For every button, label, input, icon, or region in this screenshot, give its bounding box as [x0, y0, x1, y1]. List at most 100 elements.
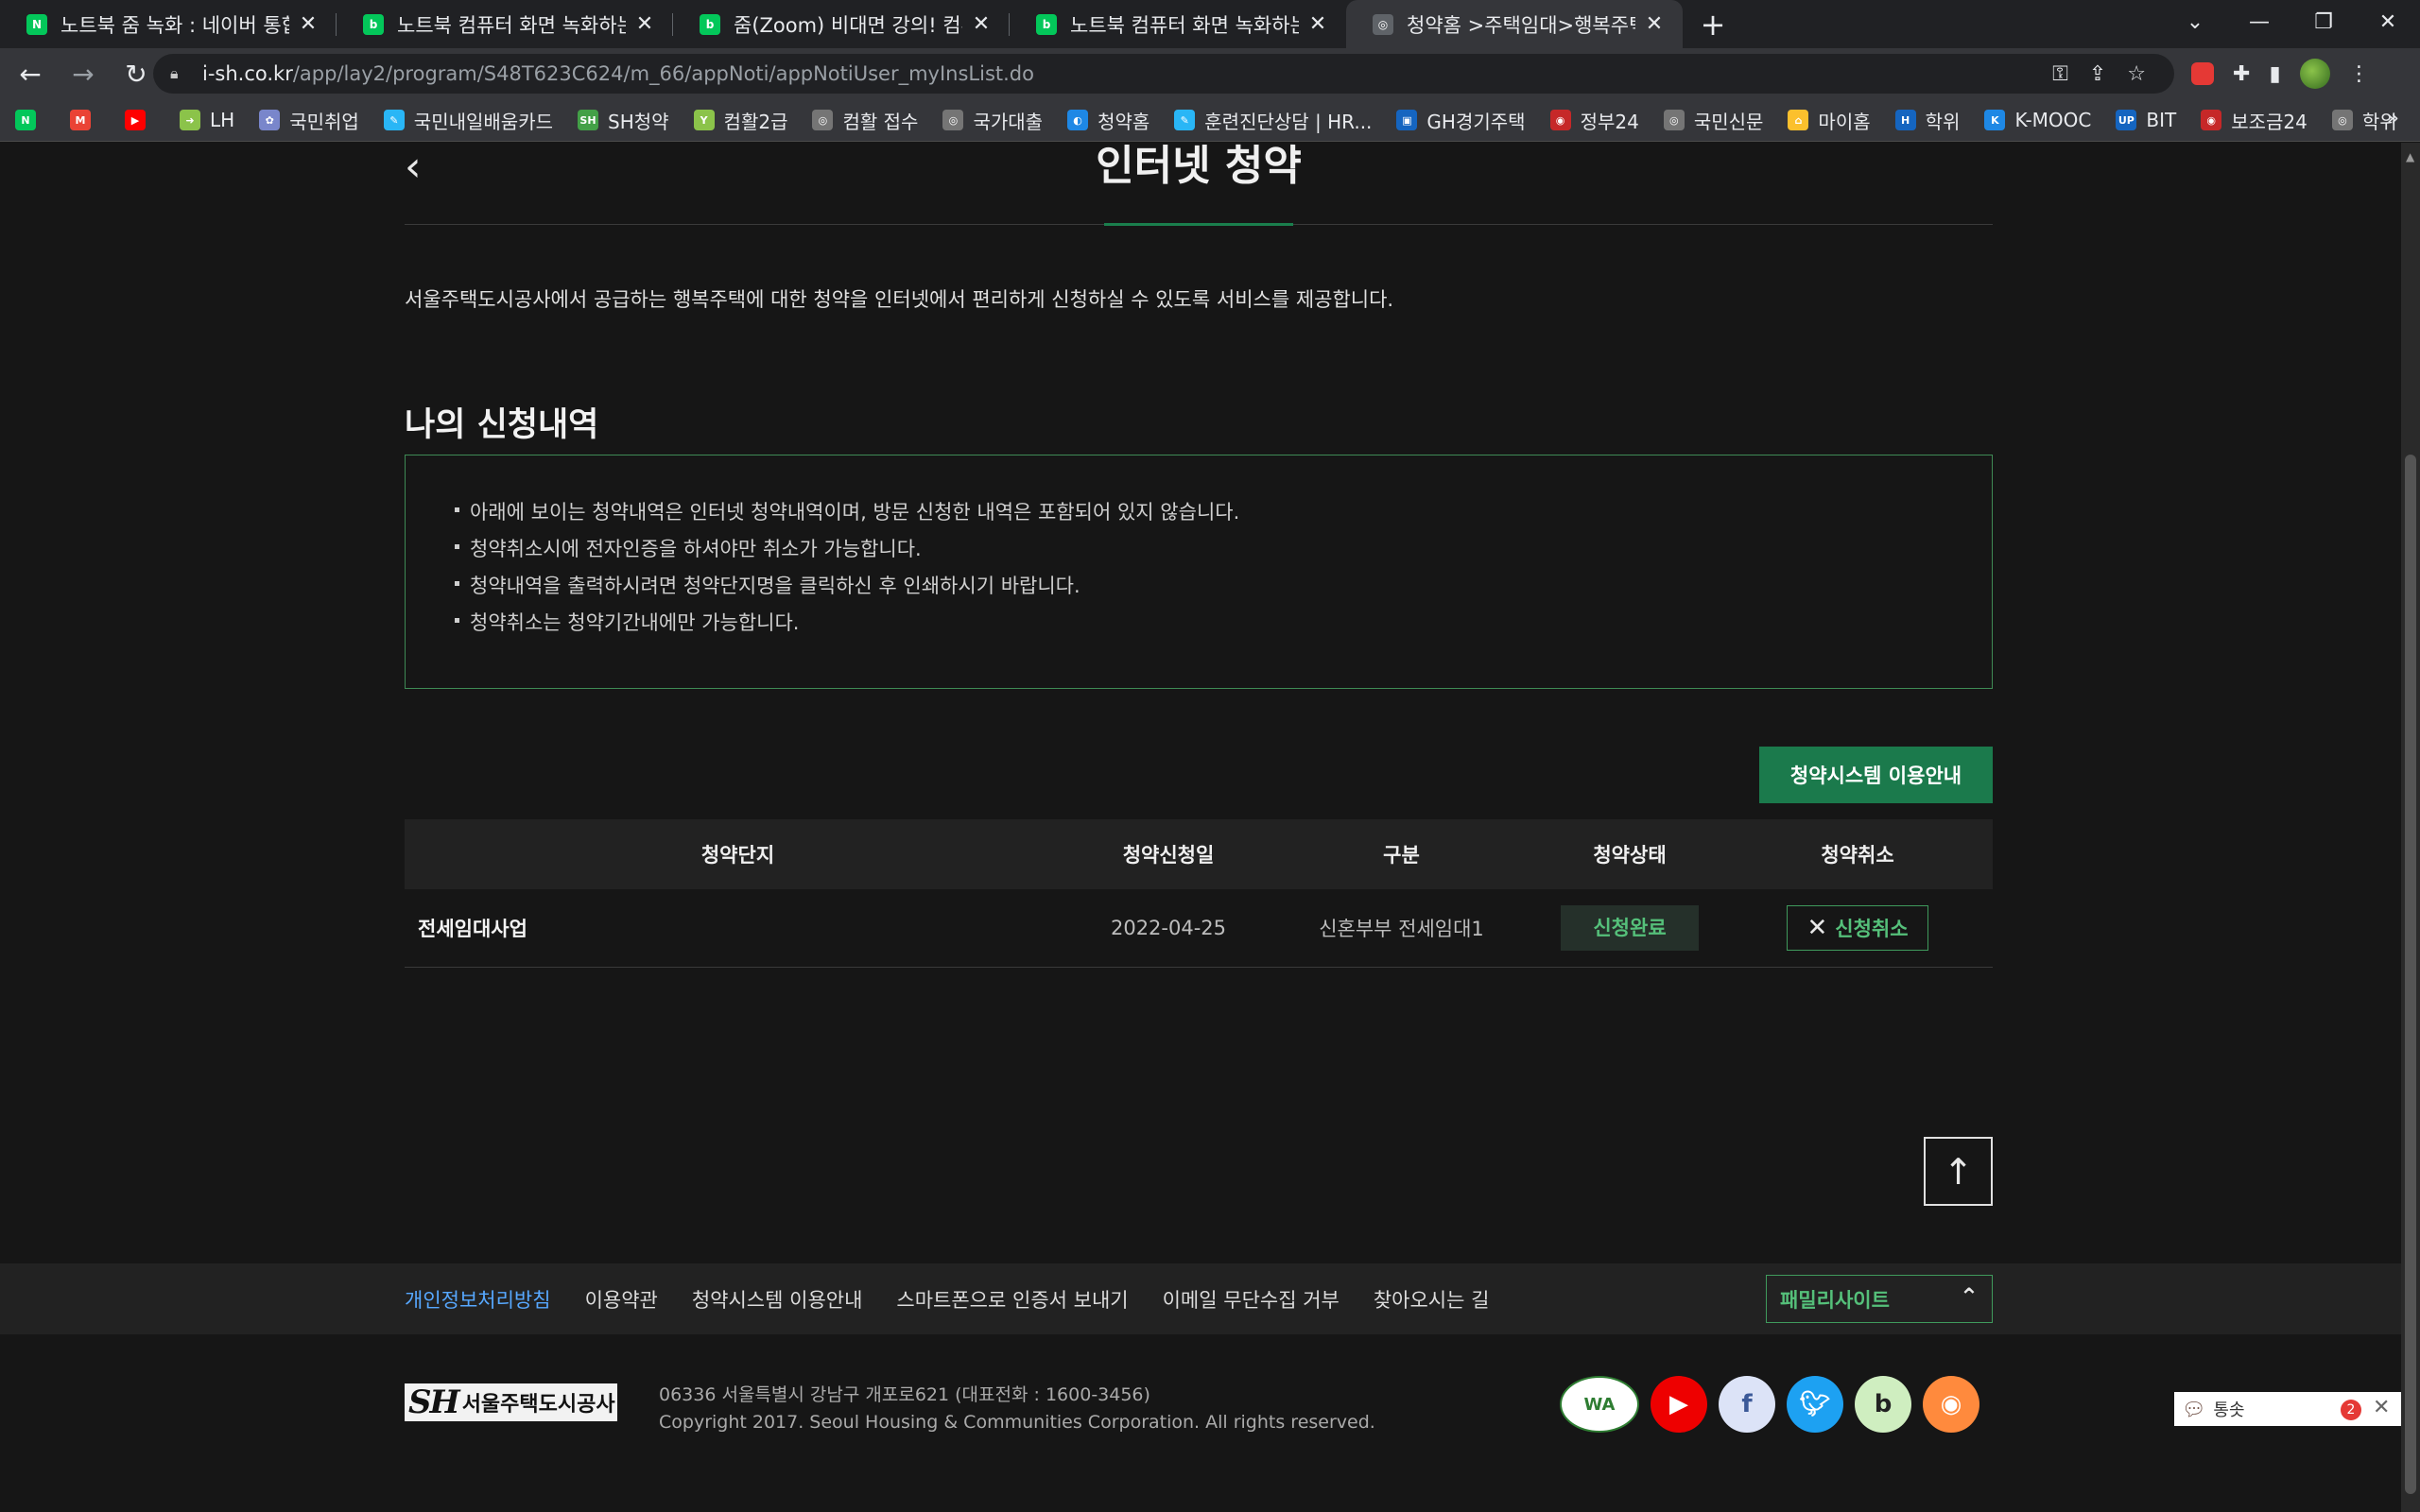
footer-link-email-refusal[interactable]: 이메일 무단수집 거부 — [1163, 1285, 1340, 1314]
scroll-to-top-button[interactable]: ↑ — [1924, 1137, 1993, 1206]
bookmark-favicon-icon: ⌂ — [1788, 110, 1809, 130]
bookmark-label: 국민신문 — [1693, 110, 1764, 133]
bookmark-item[interactable]: ◎ 국민신문 — [1663, 107, 1764, 134]
profile-avatar[interactable] — [2299, 59, 2330, 89]
footer-link-terms[interactable]: 이용약관 — [585, 1285, 658, 1314]
sidepanel-icon[interactable]: ▮ — [2269, 62, 2280, 86]
facebook-icon[interactable]: f — [1719, 1376, 1775, 1433]
footer-address-block: 06336 서울특별시 강남구 개포로621 (대표전화 : 1600-3456… — [659, 1382, 1375, 1436]
intro-text: 서울주택도시공사에서 공급하는 행복주택에 대한 청약을 인터넷에서 편리하게 … — [405, 288, 1394, 311]
close-window-button[interactable]: ✕ — [2356, 0, 2420, 43]
footer-link-smartphone-cert[interactable]: 스마트폰으로 인증서 보내기 — [896, 1285, 1128, 1314]
close-icon[interactable]: ✕ — [633, 12, 656, 36]
cancel-application-button[interactable]: ✕ 신청취소 — [1787, 905, 1928, 951]
new-tab-button[interactable]: + — [1690, 0, 1736, 48]
bookmark-favicon-icon: ◉ — [1549, 110, 1571, 130]
minimize-button[interactable]: — — [2227, 0, 2291, 43]
sh-logo-text: 서울주택도시공사 — [461, 1393, 615, 1417]
bookmark-item[interactable]: ◎ 컴활 접수 — [812, 107, 918, 134]
youtube-icon[interactable]: ▶ — [1651, 1376, 1707, 1433]
menu-icon[interactable]: ⋮ — [2349, 62, 2370, 86]
tab-title: 노트북 줌 녹화 : 네이버 통합검색 — [60, 13, 289, 37]
bookmark-label: 국민취업 — [289, 110, 359, 133]
reload-icon[interactable]: ↻ — [113, 51, 159, 96]
tab-search-icon[interactable]: ⌄ — [2163, 0, 2227, 43]
bookmark-favicon-icon: UP — [2116, 110, 2137, 130]
blog-icon: b — [363, 13, 384, 35]
page-header: ‹ 인터넷 청약 — [405, 143, 1993, 226]
system-guide-button[interactable]: 청약시스템 이용안내 — [1759, 747, 1993, 803]
forward-arrow-icon[interactable]: → — [60, 51, 106, 96]
bookmark-item[interactable]: ⌂ 마이홈 — [1788, 107, 1871, 134]
bookmark-favicon-icon: Y — [693, 110, 715, 130]
bookmark-item[interactable]: SH SH청약 — [578, 107, 669, 134]
tab-4[interactable]: b 노트북 컴퓨터 화면 녹화하는 법 ✕ — [1010, 0, 1346, 48]
chat-widget[interactable]: 💬︎ 통솟 2 ✕ — [2174, 1392, 2401, 1426]
bookmark-item[interactable]: ◉ 정부24 — [1549, 107, 1639, 134]
bookmark-item[interactable]: ◐ 청약홈 — [1067, 107, 1150, 134]
bookmark-item[interactable]: M — [70, 110, 100, 130]
bookmarks-overflow-icon[interactable]: » — [2387, 107, 2399, 130]
tab-3[interactable]: b 줌(Zoom) 비대면 강의! 컴퓨터 화 ✕ — [673, 0, 1010, 48]
complex-name-link[interactable]: 전세임대사업 — [405, 914, 1071, 942]
bookmark-favicon-icon: ◎ — [1663, 110, 1685, 130]
adblock-icon[interactable] — [2191, 62, 2214, 85]
bookmark-item[interactable]: ◉ 보조금24 — [2201, 107, 2308, 134]
key-icon[interactable]: ⚿ — [2052, 62, 2068, 86]
bookmark-item[interactable]: ▶ — [125, 110, 155, 130]
bookmark-item[interactable]: H 학위 — [1894, 107, 1961, 134]
bookmark-item[interactable]: ◎ 국가대출 — [942, 107, 1043, 134]
tab-1[interactable]: N 노트북 줌 녹화 : 네이버 통합검색 ✕ — [0, 0, 337, 48]
family-site-label: 패밀리사이트 — [1780, 1288, 1890, 1312]
footer-link-privacy[interactable]: 개인정보처리방침 — [405, 1285, 551, 1314]
page-scrollbar[interactable]: ▲ — [2401, 143, 2420, 1512]
close-icon[interactable]: ✕ — [1306, 12, 1329, 36]
blog-icon[interactable]: b — [1855, 1376, 1911, 1433]
bookmark-favicon-icon: ◉ — [2201, 110, 2222, 130]
bookmark-item[interactable]: UP BIT — [2116, 109, 2176, 131]
twitter-icon[interactable]: 🐦︎ — [1787, 1376, 1843, 1433]
bookmark-item[interactable]: K K-MOOC — [1984, 109, 2091, 131]
sh-logo[interactable]: SH 서울주택도시공사 — [405, 1383, 617, 1421]
close-icon[interactable]: ✕ — [297, 12, 320, 36]
application-type: 신혼부부 전세임대1 — [1319, 918, 1484, 940]
scrollbar-thumb[interactable] — [2405, 455, 2416, 1494]
chat-count-badge: 2 — [2341, 1400, 2361, 1420]
application-date: 2022-04-25 — [1110, 917, 1227, 939]
close-icon[interactable]: ✕ — [1643, 12, 1666, 36]
bookmark-item[interactable]: N — [15, 110, 45, 130]
bookmark-item[interactable]: ➜ LH — [180, 109, 234, 131]
notice-item: 청약취소시에 전자인증을 하셔야만 취소가 가능합니다. — [455, 534, 1992, 571]
sh-logo-mark: SH — [408, 1383, 460, 1421]
star-icon[interactable]: ☆ — [2127, 62, 2146, 86]
footer-link-directions[interactable]: 찾아오시는 길 — [1374, 1285, 1490, 1314]
tab-title: 노트북 컴퓨터 화면 녹화하는 법 — [397, 13, 626, 37]
bookmark-item[interactable]: ✎ 국민내일배움카드 — [383, 107, 553, 134]
page-content: ‹ 인터넷 청약 서울주택도시공사에서 공급하는 행복주택에 대한 청약을 인터… — [0, 143, 2401, 1512]
bookmark-item[interactable]: ▣ GH경기주택 — [1396, 107, 1526, 134]
family-site-select[interactable]: 패밀리사이트 ⌃ — [1766, 1275, 1993, 1323]
address-bar[interactable]: 🔒︎ i-sh.co.kr /app/lay2/program/S48T623C… — [153, 54, 2174, 94]
blog-icon: b — [700, 13, 720, 35]
bookmark-item[interactable]: Y 컴활2급 — [693, 107, 787, 134]
footer-link-guide[interactable]: 청약시스템 이용안내 — [692, 1285, 863, 1314]
close-icon[interactable]: ✕ — [970, 12, 993, 36]
share-icon[interactable]: ⇪ — [2089, 62, 2106, 86]
bookmark-favicon-icon: ◎ — [812, 110, 834, 130]
puzzle-icon[interactable]: ✚ — [2233, 62, 2250, 86]
close-icon[interactable]: ✕ — [2373, 1396, 2390, 1419]
bookmark-label: 학위 — [1925, 110, 1961, 133]
back-arrow-icon[interactable]: ← — [8, 51, 53, 96]
bookmark-item[interactable]: ✿ 국민취업 — [259, 107, 359, 134]
rss-icon[interactable]: ◉ — [1923, 1376, 1979, 1433]
header-date: 청약신청일 — [1122, 844, 1215, 867]
tab-5-active[interactable]: ◎ 청약홈 >주택임대>행복주택>인터넷 ✕ — [1346, 0, 1683, 48]
restore-button[interactable]: ❐ — [2291, 0, 2356, 43]
header-cancel: 청약취소 — [1821, 844, 1894, 867]
bookmark-item[interactable]: ✎ 훈련진단상담 | HR... — [1174, 107, 1372, 134]
wa-certification-icon[interactable]: WA — [1560, 1376, 1639, 1433]
bookmark-favicon-icon: ✎ — [1174, 110, 1196, 130]
bookmark-label: 컴활 접수 — [842, 110, 919, 133]
tab-2[interactable]: b 노트북 컴퓨터 화면 녹화하는 법 ✕ — [337, 0, 673, 48]
scroll-up-arrow-icon[interactable]: ▲ — [2406, 150, 2414, 163]
